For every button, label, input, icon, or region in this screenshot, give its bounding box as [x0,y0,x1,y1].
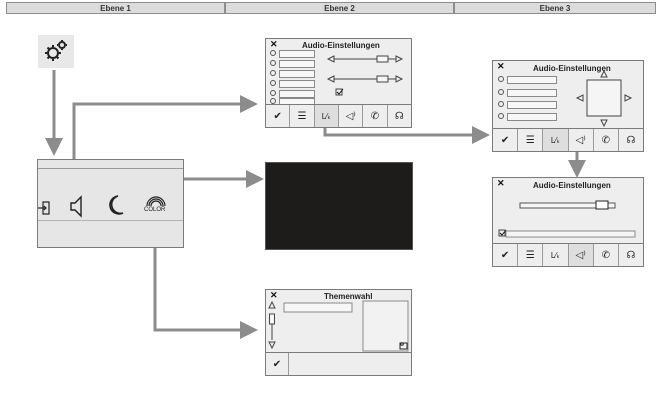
phone-tab[interactable]: ✆ [593,129,619,151]
checkmark-icon: ✔ [273,110,282,122]
night-mode-screen [265,162,413,250]
checkmark-icon: ✔ [500,249,510,261]
audio-settings-panel: ✕ Audio-Einstellungen ✔ ☰ L⁄ₖ ◁⁾ ✆ ☊ [265,38,412,128]
checkbox-icon[interactable] [498,229,507,237]
balance-fader-pad[interactable] [575,69,633,128]
checkmark-icon: ✔ [272,358,282,370]
loudness-tab[interactable]: L⁄ₖ [543,244,569,266]
loudness-icon: L⁄ₖ [321,111,331,121]
settings-button[interactable] [38,35,74,68]
equalizer-icon: ☰ [525,249,535,261]
phone-tab[interactable]: ✆ [363,105,388,127]
theme-scrollbar[interactable] [268,300,276,350]
confirm-button[interactable]: ✔ [266,353,289,375]
equalizer-icon: ☰ [297,110,307,122]
checkbox-icon[interactable] [335,88,344,96]
voice-tab[interactable]: ☊ [618,129,644,151]
volume-panel: ✕ Audio-Einstellungen ✔ ☰ L⁄ₖ ◁⁾ ✆ ☊ [492,177,644,267]
color-label: COLOR [144,207,166,213]
home-panel: COLOR [37,159,184,248]
checkmark-icon: ✔ [500,134,510,146]
sound-tab[interactable]: ◁⁾ [568,244,594,266]
confirm-button[interactable]: ✔ [266,105,291,127]
phone-icon: ✆ [601,134,610,146]
loudness-icon: L⁄ₖ [550,135,561,145]
loudness-icon: L⁄ₖ [550,250,561,260]
equalizer-tab[interactable]: ☰ [290,105,315,127]
voice-tab[interactable]: ☊ [618,244,644,266]
loudness-tab[interactable]: L⁄ₖ [314,105,339,127]
balance-panel: ✕ Audio-Einstellungen ✔ ☰ L⁄ₖ ◁⁾ ✆ ☊ [492,60,644,152]
phone-icon: ✆ [601,249,610,261]
source-input-icon[interactable] [38,201,50,215]
loudness-tab[interactable]: L⁄ₖ [543,129,569,151]
phone-icon: ✆ [370,110,380,122]
voice-icon: ☊ [626,134,636,146]
moon-icon[interactable] [109,195,124,215]
theme-list-item[interactable] [283,302,353,313]
volume-slider[interactable] [519,200,616,210]
equalizer-icon: ☰ [525,134,535,146]
sound-tab[interactable]: ◁⁾ [568,129,594,151]
theme-toolbar: ✔ [266,352,411,375]
sound-tab[interactable]: ◁⁾ [338,105,364,127]
volume-option-field[interactable] [505,230,636,238]
bass-slider[interactable] [326,55,404,63]
gear-icon [45,40,67,61]
voice-icon: ☊ [394,110,404,122]
speaker-waves-icon: ◁⁾ [345,110,356,122]
confirm-button[interactable]: ✔ [493,129,519,151]
theme-toolbar-spacer [289,353,411,375]
speaker-icon[interactable] [70,195,82,218]
balance-toolbar: ✔ ☰ L⁄ₖ ◁⁾ ✆ ☊ [493,128,644,151]
voice-tab[interactable]: ☊ [387,105,411,127]
volume-toolbar: ✔ ☰ L⁄ₖ ◁⁾ ✆ ☊ [493,243,644,266]
theme-panel: ✕ Themenwahl ✔ [265,289,412,376]
phone-tab[interactable]: ✆ [593,244,619,266]
audio-toolbar: ✔ ☰ L⁄ₖ ◁⁾ ✆ ☊ [266,104,411,127]
voice-icon: ☊ [626,249,636,261]
equalizer-tab[interactable]: ☰ [518,244,544,266]
treble-slider[interactable] [326,75,404,83]
rainbow-color-icon[interactable] [146,196,166,207]
confirm-button[interactable]: ✔ [493,244,519,266]
equalizer-tab[interactable]: ☰ [518,129,544,151]
speaker-waves-icon: ◁⁾ [575,249,586,261]
speaker-waves-icon: ◁⁾ [575,134,586,146]
